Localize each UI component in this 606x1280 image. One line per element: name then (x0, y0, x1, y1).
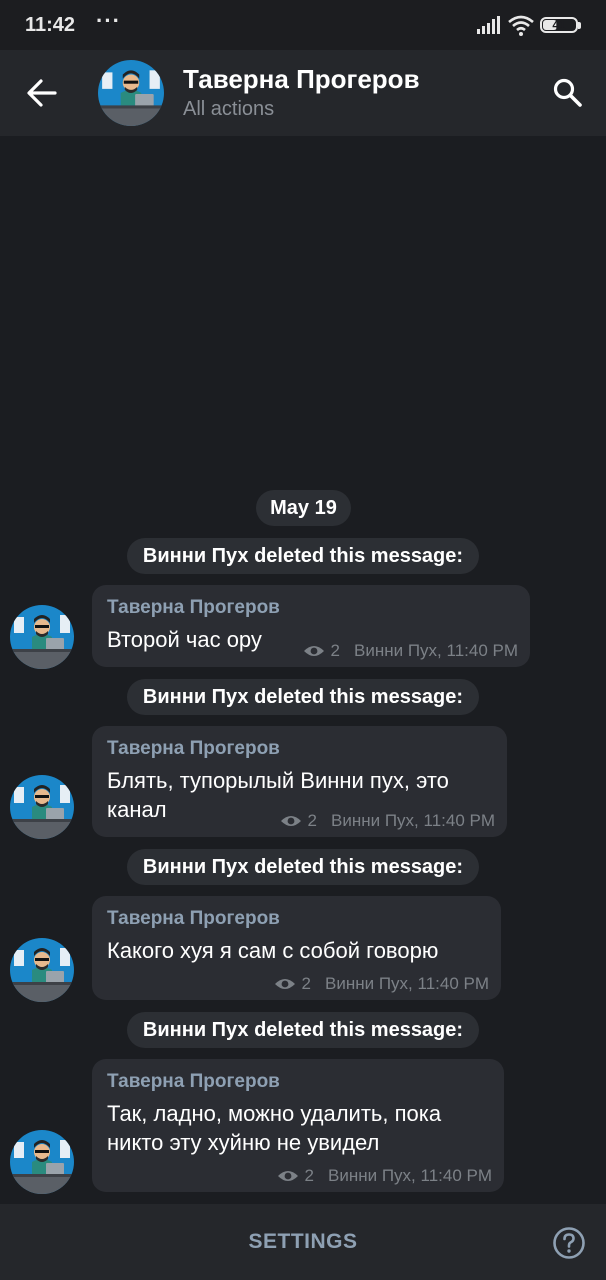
back-button[interactable] (22, 73, 62, 113)
message-signature: Винни Пух, 11:40 PM (331, 811, 495, 830)
view-count: 2 (307, 811, 317, 830)
message-signature: Винни Пух, 11:40 PM (325, 974, 489, 993)
programmer-avatar-icon (98, 60, 164, 126)
settings-button[interactable]: SETTINGS (203, 1204, 403, 1280)
bottom-bar: SETTINGS (0, 1204, 606, 1280)
channel-avatar[interactable] (98, 60, 164, 126)
programmer-avatar-icon (10, 605, 74, 669)
message-author: Таверна Прогеров (107, 597, 280, 618)
message-meta: 2 Винни Пух, 11:40 PM (274, 974, 489, 994)
help-button[interactable] (552, 1226, 586, 1260)
search-icon (553, 78, 582, 107)
view-count: 2 (330, 641, 340, 660)
service-message: Винни Пух deleted this message: (127, 1012, 479, 1048)
message-signature: Винни Пух, 11:40 PM (354, 641, 518, 660)
arrow-left-icon (27, 79, 57, 107)
message-author: Таверна Прогеров (107, 908, 280, 929)
battery-tip (578, 22, 581, 29)
message-bubble[interactable]: Таверна Прогеров Второй час ору 2 Винни … (92, 585, 530, 667)
channel-title: Таверна Прогеров (183, 64, 420, 94)
battery-level: 41 (552, 18, 566, 32)
message-author: Таверна Прогеров (107, 1071, 280, 1092)
message-signature: Винни Пух, 11:40 PM (328, 1166, 492, 1185)
eye-icon (274, 979, 295, 989)
service-message: Винни Пух deleted this message: (127, 679, 479, 715)
message-avatar[interactable] (10, 1130, 74, 1194)
view-count: 2 (304, 1166, 314, 1185)
programmer-avatar-icon (10, 775, 74, 839)
status-bar: 11:42 ··· 41 (0, 0, 606, 50)
message-bubble[interactable]: Таверна Прогеров Какого хуя я сам с собо… (92, 896, 501, 1000)
battery-icon: 41 (540, 17, 578, 33)
help-circle-icon (553, 1227, 585, 1259)
message-avatar[interactable] (10, 938, 74, 1002)
message-bubble[interactable]: Таверна Прогеров Блять, тупорылый Винни … (92, 726, 507, 837)
message-meta: 2 Винни Пух, 11:40 PM (303, 641, 518, 661)
message-meta: 2 Винни Пух, 11:40 PM (277, 1166, 492, 1186)
notification-dots: ··· (96, 8, 121, 33)
eye-icon (277, 1171, 298, 1181)
message-text: Какого хуя я сам с собой говорю (107, 938, 439, 963)
service-message: Винни Пух deleted this message: (127, 538, 479, 574)
message-text: Так, ладно, можно удалить, пока никто эт… (107, 1101, 442, 1155)
date-separator: May 19 (256, 490, 351, 526)
view-count: 2 (301, 974, 311, 993)
eye-icon (280, 816, 301, 826)
signal-icon (477, 16, 500, 34)
wifi-icon (508, 15, 534, 36)
message-author: Таверна Прогеров (107, 738, 280, 759)
status-time: 11:42 (25, 14, 76, 36)
message-avatar[interactable] (10, 775, 74, 839)
service-message: Винни Пух deleted this message: (127, 849, 479, 885)
channel-subtitle: All actions (183, 98, 275, 120)
message-bubble[interactable]: Таверна Прогеров Так, ладно, можно удали… (92, 1059, 504, 1192)
programmer-avatar-icon (10, 1130, 74, 1194)
programmer-avatar-icon (10, 938, 74, 1002)
message-meta: 2 Винни Пух, 11:40 PM (280, 811, 495, 831)
eye-icon (303, 646, 324, 656)
chat-header: Таверна Прогеров All actions (0, 50, 606, 136)
message-avatar[interactable] (10, 605, 74, 669)
search-button[interactable] (550, 75, 586, 111)
